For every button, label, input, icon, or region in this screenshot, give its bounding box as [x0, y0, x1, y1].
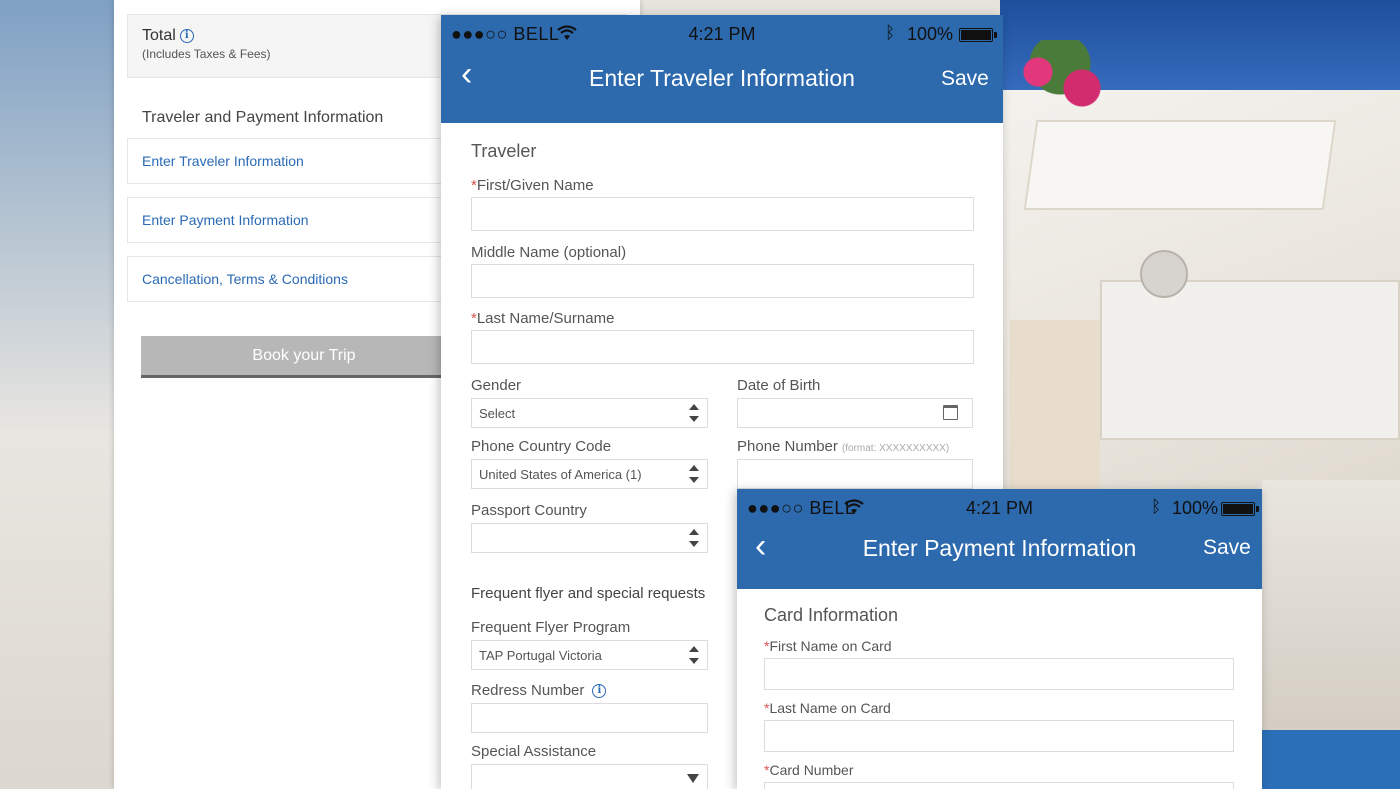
special-assistance-select[interactable] — [471, 764, 708, 789]
ff-program-label: Frequent Flyer Program — [471, 619, 631, 636]
gender-select[interactable]: Select — [471, 398, 708, 428]
updown-arrows-icon — [688, 646, 700, 666]
phone-number-label: Phone Number — [737, 438, 838, 455]
card-first-name-label: First Name on Card — [769, 638, 892, 654]
nav-title: Enter Payment Information — [862, 535, 1137, 561]
updown-arrows-icon — [688, 404, 700, 424]
redress-input[interactable] — [471, 703, 708, 733]
phone-format-hint: (format: XXXXXXXXXX) — [841, 443, 950, 454]
phone-country-code-label: Phone Country Code — [471, 438, 612, 455]
dob-label: Date of Birth — [737, 377, 821, 394]
passport-country-select[interactable] — [471, 523, 708, 553]
card-info-title: Card Information — [764, 605, 899, 625]
info-icon[interactable]: i — [179, 29, 194, 43]
card-first-name-input[interactable] — [764, 658, 1234, 690]
info-icon[interactable]: i — [592, 684, 607, 698]
payment-header: ●●●○○ BELL 4:21 PM ᛒ 100% ‹ Enter Paymen… — [737, 489, 1262, 589]
bluetooth-icon: ᛒ — [1151, 497, 1162, 516]
last-name-input[interactable] — [471, 330, 974, 364]
save-button[interactable]: Save — [1203, 536, 1251, 560]
payment-phone-screen: ●●●○○ BELL 4:21 PM ᛒ 100% ‹ Enter Paymen… — [737, 489, 1262, 789]
total-label: Total — [142, 27, 176, 44]
battery-icon — [959, 28, 997, 42]
section-heading: Traveler and Payment Information — [142, 109, 384, 126]
gender-label: Gender — [471, 377, 522, 394]
phone-country-code-select[interactable]: United States of America (1) — [471, 459, 708, 489]
first-name-label: First/Given Name — [476, 177, 594, 194]
card-number-label: Card Number — [769, 762, 854, 778]
calendar-icon[interactable] — [943, 405, 958, 420]
nav-title: Enter Traveler Information — [589, 65, 855, 91]
phone-number-input[interactable] — [737, 459, 973, 489]
card-number-input[interactable] — [764, 782, 1234, 789]
total-subtext: (Includes Taxes & Fees) — [142, 47, 271, 61]
dropdown-arrow-icon — [687, 774, 699, 783]
first-name-input[interactable] — [471, 197, 974, 231]
save-button[interactable]: Save — [941, 67, 989, 91]
middle-name-input[interactable] — [471, 264, 974, 298]
last-name-label: Last Name/Surname — [476, 310, 615, 327]
card-last-name-input[interactable] — [764, 720, 1234, 752]
battery-icon — [1221, 502, 1259, 516]
redress-label: Redress Number — [471, 682, 585, 699]
updown-arrows-icon — [688, 465, 700, 485]
battery-percent: 100% — [1172, 498, 1219, 518]
battery-percent: 100% — [907, 24, 954, 44]
status-bar: ●●●○○ BELL 4:21 PM ᛒ 100% — [737, 489, 1262, 527]
middle-name-label: Middle Name (optional) — [471, 244, 627, 261]
dob-input[interactable] — [737, 398, 973, 428]
traveler-header: ●●●○○ BELL 4:21 PM ᛒ 100% ‹ Enter Travel… — [441, 15, 1003, 123]
ff-program-select[interactable]: TAP Portugal Victoria — [471, 640, 708, 670]
updown-arrows-icon — [688, 529, 700, 549]
passport-country-label: Passport Country — [471, 502, 587, 519]
frequent-flyer-heading: Frequent flyer and special requests — [471, 585, 706, 602]
section-title: Traveler — [471, 141, 537, 161]
card-last-name-label: Last Name on Card — [769, 700, 891, 716]
special-assistance-label: Special Assistance — [471, 743, 597, 760]
bluetooth-icon: ᛒ — [885, 23, 896, 42]
status-bar: ●●●○○ BELL 4:21 PM ᛒ 100% — [441, 15, 1003, 53]
